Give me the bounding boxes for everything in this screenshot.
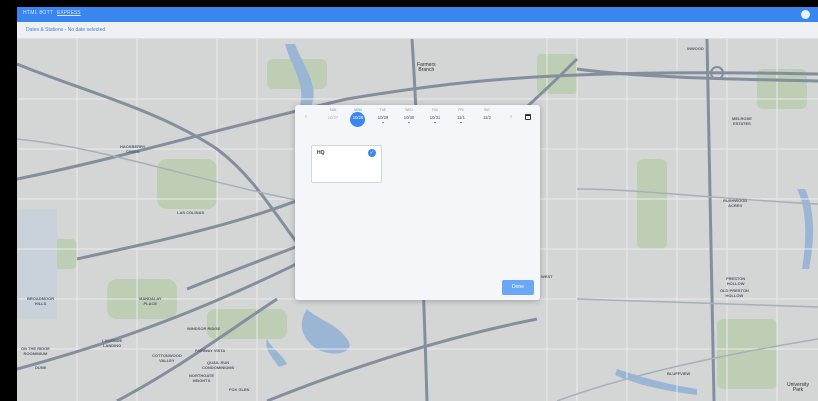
day-of-week: WED [405,108,413,112]
availability-dot [434,121,436,124]
done-button[interactable]: Done [502,280,534,295]
top-link[interactable]: EXPRESS [57,10,81,16]
day-mon[interactable]: MON 10/28 [348,108,368,127]
day-of-week: TUE [379,108,387,112]
dates-stations-title[interactable]: Dates & Stations - No date selected [26,27,105,33]
app-name: HTML 8OTT [23,10,54,16]
top-bar: HTML 8OTT EXPRESS [17,7,818,22]
day-date: 11/1 [457,115,465,120]
day-wed[interactable]: WED 10/30 [399,108,419,124]
day-thu[interactable]: THU 10/31 [425,108,445,124]
prev-week-icon[interactable]: ‹ [305,114,307,120]
date-selector: ‹ SUN 10/27 MON 10/28 TUE 10/29 WED 10/3… [295,105,540,129]
day-date: 10/27 [327,115,339,120]
day-of-week: FRI [458,108,464,112]
calendar-icon[interactable] [525,114,531,120]
avatar[interactable] [801,10,810,19]
day-sun[interactable]: SUN 10/27 [323,108,343,120]
day-date: 10/30 [403,115,415,120]
availability-dot [460,121,462,124]
station-card-hq[interactable]: HQ ✓ [311,145,382,183]
day-tue[interactable]: TUE 10/29 [373,108,393,124]
day-sat[interactable]: SAT 11/2 [477,108,497,120]
day-of-week: MON [354,108,362,112]
day-of-week: SUN [329,108,337,112]
availability-dot [382,121,384,124]
date-station-modal: ‹ SUN 10/27 MON 10/28 TUE 10/29 WED 10/3… [295,105,540,300]
day-date: 11/2 [483,115,491,120]
sub-header: Dates & Stations - No date selected [17,22,818,39]
day-of-week: SAT [484,108,490,112]
day-date: 10/31 [429,115,441,120]
day-of-week: THU [431,108,439,112]
day-date: 10/29 [377,115,389,120]
app-frame: Farmers Branch INWOOD MELROSE ESTATES HACK… [17,7,818,401]
checkmark-icon[interactable]: ✓ [368,149,376,157]
day-date: 10/28 [352,115,364,120]
next-week-icon[interactable]: › [510,114,512,120]
station-name: HQ [317,150,325,156]
day-fri[interactable]: FRI 11/1 [451,108,471,124]
availability-dot [408,121,410,124]
